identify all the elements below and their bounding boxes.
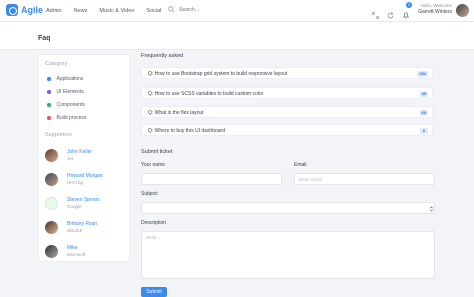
top-navbar: Agile Admin News Music & Video Social 2 … [0,0,474,22]
search-icon [168,6,175,13]
category-dot-icon [47,103,51,107]
faq-question: Q: What is the flex layout [148,110,204,116]
supporter-name: Howard Morgan [67,173,103,179]
category-dot-icon [47,90,51,94]
category-label: Components [56,102,85,108]
supporter-org: BlackUI [67,228,83,233]
faq-count-badge: 6 [420,128,428,134]
faq-question: Q: How to use Bootstrap grid system to b… [148,71,288,77]
faq-count-badge: 40 [419,91,428,97]
email-label: Email [294,162,307,168]
category-label: UI Elements [56,89,84,95]
chevron-updown-icon [430,206,433,212]
category-item-build-process[interactable]: Build process [47,115,87,121]
faq-question: Q: Where to buy this UI dashboard [148,128,225,134]
name-field[interactable] [141,173,282,185]
bell-icon [402,12,410,19]
faq-heading: Frequently asked [141,53,184,59]
supporter-name: John Keller [67,149,93,155]
faq-question: Q: How to use SCSS variables to build cu… [148,91,264,97]
faq-count-badge: 60 [419,110,428,116]
search-input[interactable] [179,6,239,13]
description-field[interactable] [141,231,435,279]
subject-label: Subject [141,191,158,197]
supporters-heading: Supporters [45,132,72,138]
nav-item-news[interactable]: News [74,8,88,14]
category-dot-icon [47,77,51,81]
category-item-applications[interactable]: Applications [47,76,83,82]
supporter-name: Steven Spears [67,197,100,203]
supporter-org: Microsoft [67,252,86,257]
email-field[interactable] [294,173,435,185]
supporter-name: Brittany Ryan [67,221,98,227]
category-label: Applications [56,76,84,82]
avatar [45,245,58,258]
brand-name: Agile [21,5,44,15]
category-dot-icon [47,116,51,120]
notification-badge: 2 [406,2,412,8]
main-nav: Admin News Music & Video Social [46,0,173,22]
avatar [45,173,58,186]
supporter-org: Jet [67,156,74,161]
nav-item-admin[interactable]: Admin [46,8,62,14]
brand[interactable]: Agile [6,4,43,16]
category-item-ui-elements[interactable]: UI Elements [47,89,84,95]
sidebar-card: Category Applications UI Elements Compon… [38,54,130,262]
faq-item[interactable]: Q: What is the flex layout 60 [141,106,433,118]
user-avatar[interactable] [456,4,469,17]
category-heading: Category [45,61,68,67]
page-title: Faq [38,35,51,42]
name-label: Your name [141,162,165,168]
avatar [45,149,58,162]
category-label: Build process [56,115,87,121]
subject-select[interactable] [141,202,435,214]
avatar [45,221,58,234]
supporter-org: HHH.bg [67,180,84,185]
avatar [45,197,58,210]
page-header [0,22,474,50]
supporter-item[interactable]: Mike Microsoft [45,245,85,258]
category-item-components[interactable]: Components [47,102,85,108]
faq-item[interactable]: Q: Where to buy this UI dashboard 6 [141,124,433,136]
supporter-org: Google [67,204,82,209]
nav-item-social[interactable]: Social [146,8,161,14]
supporter-item[interactable]: Brittany Ryan BlackUI [45,221,97,234]
user-menu[interactable]: Hello, Welcome Garrett Winters [416,3,452,16]
faq-item[interactable]: Q: How to use SCSS variables to build cu… [141,87,433,99]
description-label: Description [141,220,167,226]
supporter-item[interactable]: Steven Spears Google [45,197,100,210]
supporter-item[interactable]: John Keller Jet [45,149,92,162]
search-box [168,6,239,13]
faq-count-badge: 254 [417,71,428,77]
brand-logo-icon [6,4,18,16]
ticket-heading: Submit ticket [141,149,173,155]
nav-item-music-video[interactable]: Music & Video [99,8,134,14]
supporter-item[interactable]: Howard Morgan HHH.bg [45,173,103,186]
user-name: Garrett Winters [418,9,452,15]
faq-item[interactable]: Q: How to use Bootstrap grid system to b… [141,67,433,79]
supporter-name: Mike [67,245,78,251]
